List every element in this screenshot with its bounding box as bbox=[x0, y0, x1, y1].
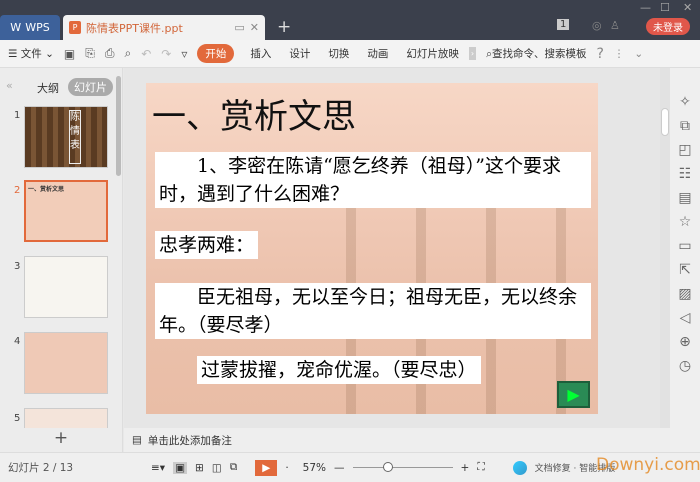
thumb-mini-title: 一、赏析文思 bbox=[28, 186, 65, 193]
save-icon[interactable]: ▣ bbox=[64, 47, 75, 61]
properties-icon[interactable]: ☷ bbox=[679, 166, 692, 182]
sound-icon[interactable]: ◁ bbox=[680, 310, 691, 326]
zoom-out-button[interactable]: — bbox=[334, 462, 345, 474]
new-tab-button[interactable]: + bbox=[277, 17, 291, 37]
slide-title[interactable]: 一、赏析文思 bbox=[152, 89, 356, 138]
tab-start[interactable]: 开始 bbox=[197, 44, 235, 63]
tab-slideshow[interactable]: 幻灯片放映 bbox=[406, 46, 459, 61]
history-icon[interactable]: ◷ bbox=[679, 358, 691, 374]
login-button[interactable]: 未登录 bbox=[646, 18, 690, 35]
loyal-text[interactable]: 过蒙拔擢，宠命优渥。（要尽忠） bbox=[197, 356, 481, 384]
document-tab[interactable]: P 陈情表PPT课件.ppt ▭ ✕ bbox=[63, 15, 265, 40]
tab-slides[interactable]: 幻灯片 bbox=[68, 78, 113, 96]
close-window-button[interactable]: ✕ bbox=[683, 1, 692, 14]
status-bar: 幻灯片 2 / 13 ≡▾ ▣ ⊞ ◫ ⧉ ▶ · 57% — + ⛶ 文档修复… bbox=[0, 452, 700, 482]
zoom-in-button[interactable]: + bbox=[461, 462, 470, 474]
reading-view-icon[interactable]: ◫ bbox=[212, 462, 222, 474]
shapes-icon[interactable]: ◰ bbox=[678, 142, 691, 158]
dilemma-text[interactable]: 忠孝两难： bbox=[155, 231, 259, 259]
menu-icon: ☰ bbox=[8, 48, 21, 60]
notes-bar[interactable]: ▤ 单击此处添加备注 bbox=[124, 428, 670, 452]
tab-animation[interactable]: 动画 bbox=[367, 46, 388, 61]
star-icon[interactable]: ☆ bbox=[679, 214, 692, 230]
tab-outline[interactable]: 大纲 bbox=[37, 80, 59, 96]
right-sidebar: ✧ ⧉ ◰ ☷ ▤ ☆ ▭ ⇱ ▨ ◁ ⊕ ◷ bbox=[670, 68, 700, 452]
thumbnail-scrollbar[interactable] bbox=[116, 76, 121, 176]
help-button[interactable]: ? bbox=[596, 46, 603, 62]
assistant-orb-icon[interactable] bbox=[512, 460, 527, 475]
quick-access-dropdown-icon[interactable]: ▿ bbox=[181, 47, 187, 61]
slide-thumbnail-1[interactable]: 陈情表 bbox=[24, 106, 108, 168]
play-dropdown-icon[interactable]: · bbox=[285, 462, 288, 474]
slide-number: 2 bbox=[14, 185, 21, 196]
slide-indicator: 幻灯片 2 / 13 bbox=[8, 462, 74, 474]
slide-thumbnail-4[interactable] bbox=[24, 332, 108, 394]
maximize-button[interactable]: ☐ bbox=[660, 1, 670, 14]
collapse-panel-icon[interactable]: « bbox=[6, 79, 13, 92]
slide-number: 5 bbox=[14, 413, 21, 424]
download-icon[interactable]: ⊕ bbox=[679, 334, 691, 350]
current-slide[interactable]: 一、赏析文思 1、李密在陈请“愿乞终养（祖母）”这个要求时，遇到了什么困难？ 忠… bbox=[146, 83, 598, 414]
image-icon[interactable]: ▨ bbox=[678, 286, 691, 302]
title-bar: W WPS P 陈情表PPT课件.ppt ▭ ✕ + — ☐ ✕ 1 ◎ ♙ 未登录 bbox=[0, 0, 700, 40]
filial-text[interactable]: 臣无祖母，无以至今日；祖母无臣，无以终余年。（要尽孝） bbox=[155, 283, 591, 339]
notes-placeholder[interactable]: 单击此处添加备注 bbox=[148, 433, 232, 448]
print-icon[interactable]: ⎙ bbox=[105, 46, 115, 61]
notes-icon: ▤ bbox=[132, 434, 142, 446]
ribbon-toolbar: ☰ 文件 ⌄ ▣ ⎘ ⎙ ⌕ ↶ ↷ ▿ 开始 插入 设计 切换 动画 幻灯片放… bbox=[0, 40, 700, 68]
play-slideshow-button[interactable]: ▶ bbox=[255, 459, 278, 476]
slide-thumbnail-5[interactable] bbox=[24, 408, 108, 430]
collapse-ribbon-icon[interactable]: ⌄ bbox=[634, 48, 643, 60]
tab-insert[interactable]: 插入 bbox=[250, 46, 271, 61]
doc-tab-title: 陈情表PPT课件.ppt bbox=[86, 21, 183, 35]
slide-thumbnail-3[interactable] bbox=[24, 256, 108, 318]
wps-label: WPS bbox=[25, 21, 50, 34]
file-label: 文件 bbox=[20, 48, 42, 60]
slide-number: 3 bbox=[14, 261, 21, 272]
slide-number: 1 bbox=[14, 110, 21, 121]
play-action-button[interactable]: ▶ bbox=[557, 381, 590, 408]
magic-icon[interactable]: ✧ bbox=[679, 94, 691, 110]
tab-transition[interactable]: 切换 bbox=[328, 46, 349, 61]
zoom-level[interactable]: 57% bbox=[303, 462, 326, 474]
presenter-view-icon[interactable]: ⧉ bbox=[230, 461, 238, 474]
shirt-icon[interactable]: ♙ bbox=[610, 19, 620, 32]
archive-icon[interactable]: ▭ bbox=[678, 238, 691, 254]
search-label: 查找命令、搜索模板 bbox=[491, 48, 587, 60]
slides-icon[interactable]: ⧉ bbox=[680, 118, 690, 134]
slide-number: 4 bbox=[14, 336, 21, 347]
thumb-title: 陈情表 bbox=[69, 110, 81, 164]
file-menu[interactable]: ☰ 文件 ⌄ bbox=[8, 46, 54, 61]
slide-thumbnail-2[interactable]: 一、赏析文思 bbox=[24, 180, 108, 242]
normal-view-icon[interactable]: ▣ bbox=[173, 461, 187, 474]
question-text[interactable]: 1、李密在陈请“愿乞终养（祖母）”这个要求时，遇到了什么困难？ bbox=[155, 152, 591, 208]
share-icon[interactable]: ⇱ bbox=[679, 262, 691, 278]
redo-icon[interactable]: ↷ bbox=[161, 47, 171, 61]
export-icon[interactable]: ⎘ bbox=[85, 46, 95, 61]
window-count-badge[interactable]: 1 bbox=[557, 19, 570, 30]
canvas-scrollbar[interactable] bbox=[660, 68, 670, 452]
tab-design[interactable]: 设计 bbox=[289, 46, 310, 61]
sorter-view-icon[interactable]: ⊞ bbox=[195, 462, 204, 474]
more-icon[interactable]: ⋮ bbox=[614, 48, 625, 60]
more-tabs-button[interactable]: › bbox=[468, 47, 477, 60]
ppt-file-icon: P bbox=[69, 21, 81, 34]
zoom-slider-thumb[interactable] bbox=[382, 462, 393, 472]
zoom-slider[interactable] bbox=[352, 462, 453, 472]
search-command[interactable]: ⌕查找命令、搜索模板 bbox=[486, 46, 586, 61]
slides-panel: « 大纲 幻灯片 1 陈情表 2 一、赏析文思 3 4 5 + bbox=[0, 68, 123, 452]
preview-icon[interactable]: ⌕ bbox=[124, 46, 131, 61]
minimize-button[interactable]: — bbox=[640, 1, 651, 14]
undo-icon[interactable]: ↶ bbox=[141, 47, 151, 61]
close-tab-icon[interactable]: ✕ bbox=[250, 21, 259, 34]
add-slide-button[interactable]: + bbox=[0, 428, 122, 452]
fit-window-icon[interactable]: ⛶ bbox=[477, 461, 484, 474]
wps-logo-icon: W bbox=[10, 21, 22, 34]
wps-home-tab[interactable]: W WPS bbox=[0, 15, 60, 40]
picture-gallery-icon[interactable]: ▤ bbox=[678, 190, 691, 206]
skin-icon[interactable]: ◎ bbox=[592, 19, 602, 32]
monitor-icon[interactable]: ▭ bbox=[234, 21, 244, 34]
watermark: Downyi.com bbox=[596, 455, 700, 475]
notes-toggle-icon[interactable]: ≡▾ bbox=[151, 462, 165, 474]
